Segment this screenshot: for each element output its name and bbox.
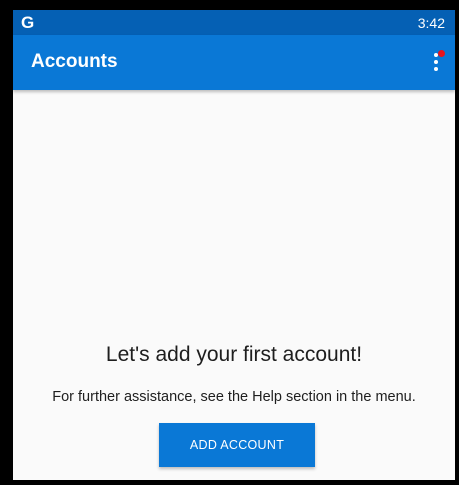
help-text: For further assistance, see the Help sec…: [52, 389, 416, 405]
more-vert-icon-dot: [434, 60, 438, 64]
google-g-icon: G: [21, 13, 35, 32]
status-time: 3:42: [417, 15, 445, 31]
screen: G 3:42 Accounts Let's add your first acc…: [13, 10, 455, 480]
app-bar: Accounts: [13, 35, 455, 90]
status-bar: G 3:42: [13, 10, 455, 35]
page-title: Accounts: [31, 51, 118, 72]
notification-badge: [438, 50, 445, 57]
more-vert-icon-dot: [434, 67, 438, 71]
empty-state-heading: Let's add your first account!: [105, 343, 363, 366]
add-account-button[interactable]: ADD ACCOUNT: [159, 423, 315, 467]
more-options-button[interactable]: [421, 47, 451, 79]
